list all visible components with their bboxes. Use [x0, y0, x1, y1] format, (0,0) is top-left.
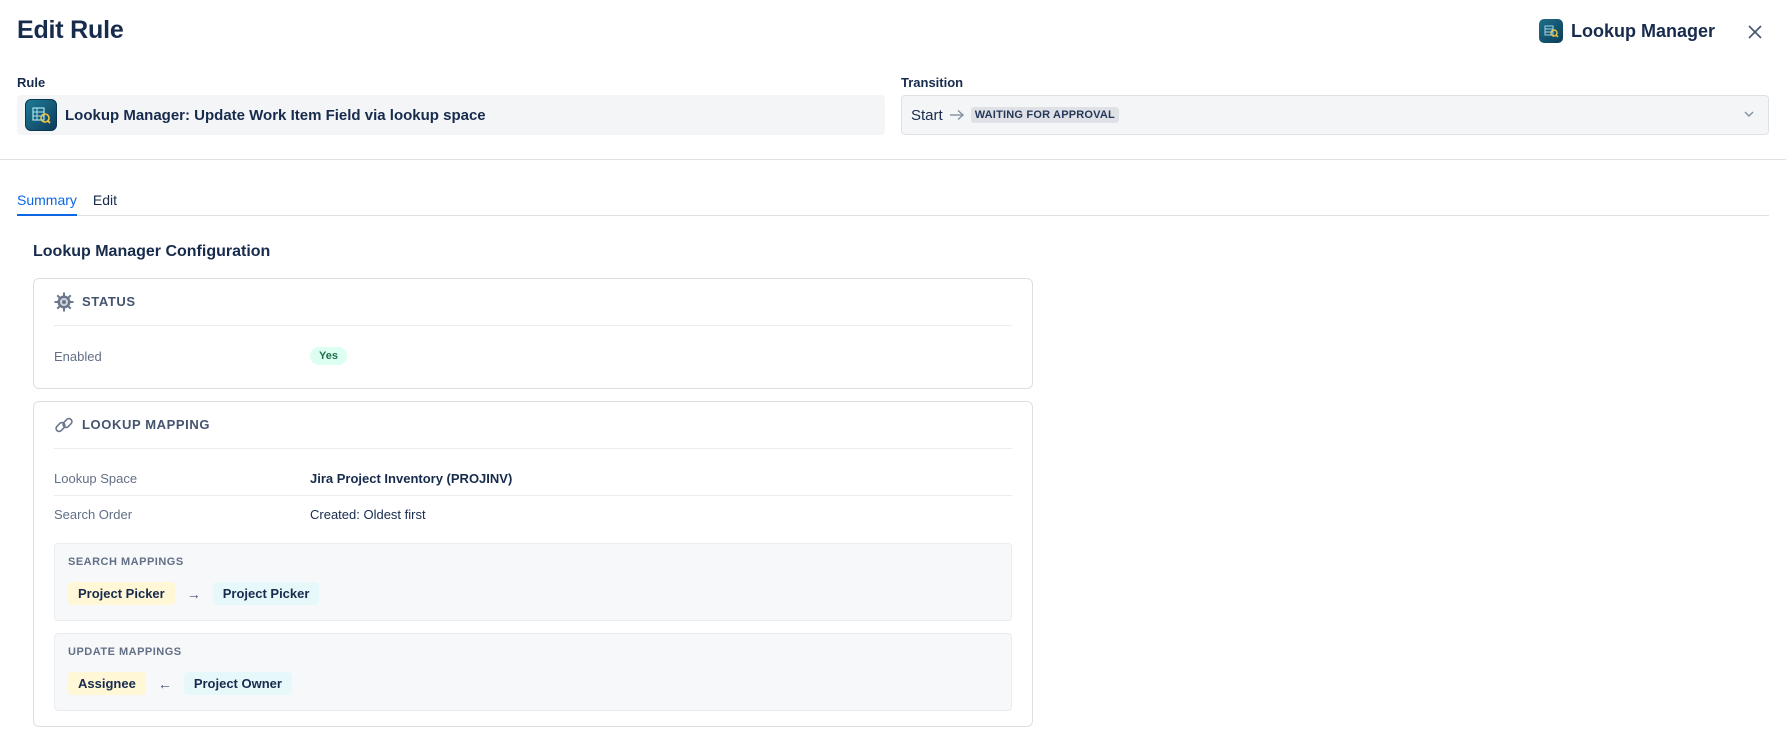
- search-order-row: Search Order Created: Oldest first: [54, 497, 1012, 531]
- status-card: STATUS Enabled Yes: [33, 278, 1033, 389]
- lookup-space-row: Lookup Space Jira Project Inventory (PRO…: [54, 462, 1012, 496]
- app-brand: Lookup Manager: [1538, 19, 1715, 43]
- header-divider: [0, 159, 1786, 160]
- enabled-label: Enabled: [54, 348, 102, 364]
- update-mappings-box: UPDATE MAPPINGS Assignee ← Project Owner: [54, 633, 1012, 711]
- rule-value: Lookup Manager: Update Work Item Field v…: [65, 106, 486, 124]
- arrow-right-icon: →: [186, 585, 201, 602]
- app-name: Lookup Manager: [1570, 20, 1715, 41]
- enabled-row: Enabled Yes: [54, 339, 1012, 373]
- rule-label: Rule: [17, 75, 46, 90]
- rule-app-icon: [25, 99, 57, 131]
- close-icon: [1748, 25, 1762, 39]
- arrow-left-icon: ←: [157, 675, 172, 692]
- transition-label: Transition: [901, 75, 964, 90]
- search-order-value: Created: Oldest first: [310, 506, 426, 522]
- status-card-title: STATUS: [82, 294, 136, 309]
- search-target-chip: Project Picker: [212, 582, 320, 605]
- enabled-badge: Yes: [310, 347, 347, 365]
- search-source-chip: Project Picker: [68, 582, 175, 605]
- update-source-chip: Project Owner: [183, 672, 292, 695]
- transition-select[interactable]: Start WAITING FOR APPROVAL: [901, 95, 1769, 135]
- section-title: Lookup Manager Configuration: [33, 243, 271, 260]
- status-card-header: STATUS: [54, 292, 1012, 326]
- edit-rule-page: Edit Rule Lookup Manager Rule Transition: [0, 0, 1786, 733]
- arrow-right-icon: [949, 109, 965, 121]
- search-mappings-title: SEARCH MAPPINGS: [68, 556, 184, 568]
- header: Edit Rule Lookup Manager: [17, 14, 1769, 50]
- tab-bar: Summary Edit: [17, 188, 1769, 216]
- lookup-space-label: Lookup Space: [54, 471, 138, 486]
- search-mapping-row: Project Picker → Project Picker: [68, 582, 320, 605]
- rule-field[interactable]: Lookup Manager: Update Work Item Field v…: [17, 95, 885, 135]
- lookup-manager-logo-icon: [1538, 19, 1563, 43]
- lookup-space-value: Jira Project Inventory (PROJINV): [310, 471, 513, 486]
- status-lozenge: WAITING FOR APPROVAL: [970, 107, 1119, 123]
- link-icon: [54, 415, 74, 435]
- tab-edit[interactable]: Edit: [93, 188, 117, 216]
- close-button[interactable]: [1741, 18, 1769, 46]
- lookup-mapping-card: LOOKUP MAPPING Lookup Space Jira Project…: [33, 401, 1033, 727]
- update-target-chip: Assignee: [68, 672, 146, 695]
- update-mappings-title: UPDATE MAPPINGS: [68, 646, 182, 658]
- transition-start: Start: [911, 106, 943, 124]
- mapping-card-header: LOOKUP MAPPING: [54, 415, 1012, 449]
- update-mapping-row: Assignee ← Project Owner: [68, 672, 292, 695]
- page-title: Edit Rule: [17, 16, 124, 44]
- search-order-label: Search Order: [54, 506, 133, 522]
- gear-icon: [54, 292, 74, 312]
- tab-summary[interactable]: Summary: [17, 188, 77, 216]
- chevron-down-icon: [1742, 107, 1756, 126]
- search-mappings-box: SEARCH MAPPINGS Project Picker → Project…: [54, 543, 1012, 621]
- mapping-card-title: LOOKUP MAPPING: [82, 417, 211, 432]
